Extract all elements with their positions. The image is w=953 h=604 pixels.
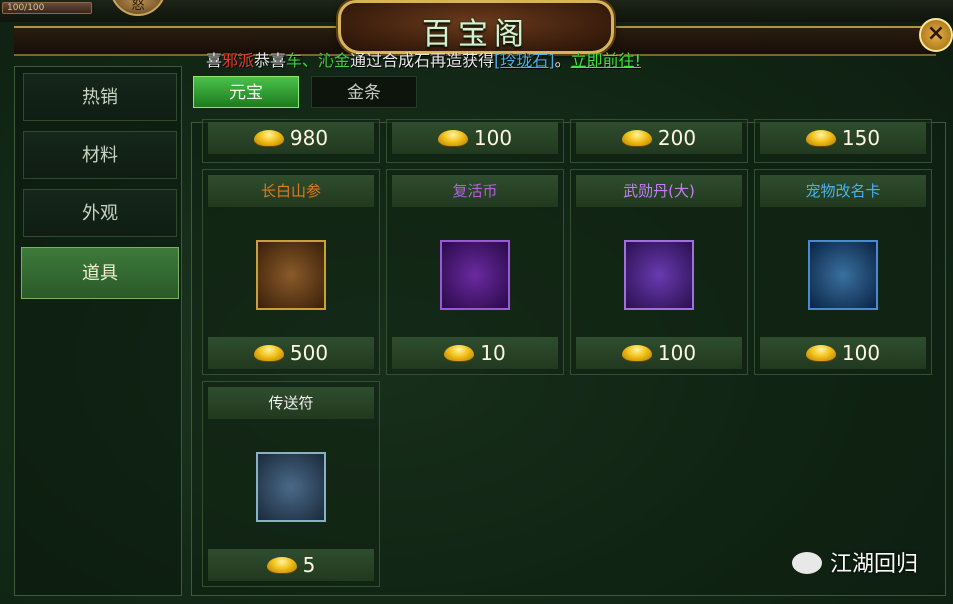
price-value: 100 — [473, 126, 513, 150]
announce-middle: 通过合成石再造获得 — [350, 51, 495, 70]
gold-ingot-icon — [253, 130, 284, 146]
item-card-teleport[interactable]: 传送符 5 — [202, 381, 380, 587]
gold-ingot-icon — [805, 345, 836, 361]
price-bar: 500 — [208, 337, 374, 369]
price-bar: 200 — [576, 122, 742, 154]
pet-rename-card-icon[interactable] — [808, 240, 878, 310]
gold-ingot-icon — [621, 130, 652, 146]
title-plate: 百宝阁 — [338, 0, 614, 54]
item-card-ginseng[interactable]: 长白山参 500 — [202, 169, 380, 375]
item-card-pet-rename[interactable]: 宠物改名卡 100 — [754, 169, 932, 375]
revive-coin-icon[interactable] — [440, 240, 510, 310]
close-button[interactable]: × — [919, 18, 953, 52]
category-appearance[interactable]: 外观 — [23, 189, 177, 237]
announce-faction: 邪派 — [222, 51, 255, 70]
price-bar: 150 — [760, 122, 926, 154]
tab-yuanbao[interactable]: 元宝 — [193, 76, 299, 108]
hp-bar: 100/100 — [2, 2, 92, 14]
shop-window: 100/100 怒 百宝阁 × 喜邪派恭喜车、沁金通过合成石再造获得[玲珑石]。… — [0, 0, 953, 604]
watermark-text: 江湖回归 — [830, 552, 919, 577]
price-bar: 10 — [392, 337, 558, 369]
item-card[interactable]: 100 — [386, 119, 564, 163]
item-card-merit-pill[interactable]: 武勋丹(大) 100 — [570, 169, 748, 375]
price-bar: 100 — [760, 337, 926, 369]
price-bar: 100 — [576, 337, 742, 369]
price-value: 980 — [289, 126, 329, 150]
announcement-marquee: 喜邪派恭喜车、沁金通过合成石再造获得[玲珑石]。立即前往! — [206, 50, 806, 72]
category-sidebar: 热销 材料 外观 道具 — [14, 66, 182, 596]
item-name: 长白山参 — [208, 175, 374, 207]
price-value: 150 — [841, 126, 881, 150]
gold-ingot-icon — [621, 345, 652, 361]
merit-pill-icon[interactable] — [624, 240, 694, 310]
watermark: 江湖回归 — [792, 546, 918, 578]
item-name: 传送符 — [208, 387, 374, 419]
announce-go-link[interactable]: 立即前往! — [571, 51, 641, 70]
teleport-talisman-icon[interactable] — [256, 452, 326, 522]
price-bar: 980 — [208, 122, 374, 154]
item-card[interactable]: 980 — [202, 119, 380, 163]
gold-ingot-icon — [253, 345, 284, 361]
price-value: 200 — [657, 126, 697, 150]
price-bar: 100 — [392, 122, 558, 154]
category-hot[interactable]: 热销 — [23, 73, 177, 121]
announce-prefix: 喜 — [206, 51, 223, 70]
gold-ingot-icon — [444, 345, 475, 361]
wechat-icon — [792, 552, 822, 574]
item-card[interactable]: 200 — [570, 119, 748, 163]
ginseng-icon[interactable] — [256, 240, 326, 310]
price-value: 10 — [480, 341, 506, 365]
tab-gold-bar[interactable]: 金条 — [311, 76, 417, 108]
price-bar: 5 — [208, 549, 374, 581]
gold-ingot-icon — [437, 130, 468, 146]
announce-player: 车、沁金 — [286, 51, 351, 70]
announce-item-link[interactable]: [玲珑石] — [494, 51, 555, 70]
rage-avatar-icon[interactable]: 怒 — [110, 0, 166, 16]
window-title: 百宝阁 — [422, 17, 530, 52]
gold-ingot-icon — [805, 130, 836, 146]
price-value: 100 — [841, 341, 881, 365]
price-value: 500 — [289, 341, 329, 365]
gold-ingot-icon — [266, 557, 297, 573]
item-card-revive-coin[interactable]: 复活币 10 — [386, 169, 564, 375]
announce-sep: 。 — [554, 51, 571, 70]
announce-congrats: 恭喜 — [254, 51, 287, 70]
category-items[interactable]: 道具 — [21, 247, 179, 299]
price-value: 100 — [657, 341, 697, 365]
item-name: 武勋丹(大) — [576, 175, 742, 207]
item-card[interactable]: 150 — [754, 119, 932, 163]
price-value: 5 — [302, 553, 316, 577]
item-name: 宠物改名卡 — [760, 175, 926, 207]
category-materials[interactable]: 材料 — [23, 131, 177, 179]
item-grid: 980 100 200 150 长白山参 500 复活币 10 武勋丹(大) 1… — [191, 119, 946, 596]
item-name: 复活币 — [392, 175, 558, 207]
